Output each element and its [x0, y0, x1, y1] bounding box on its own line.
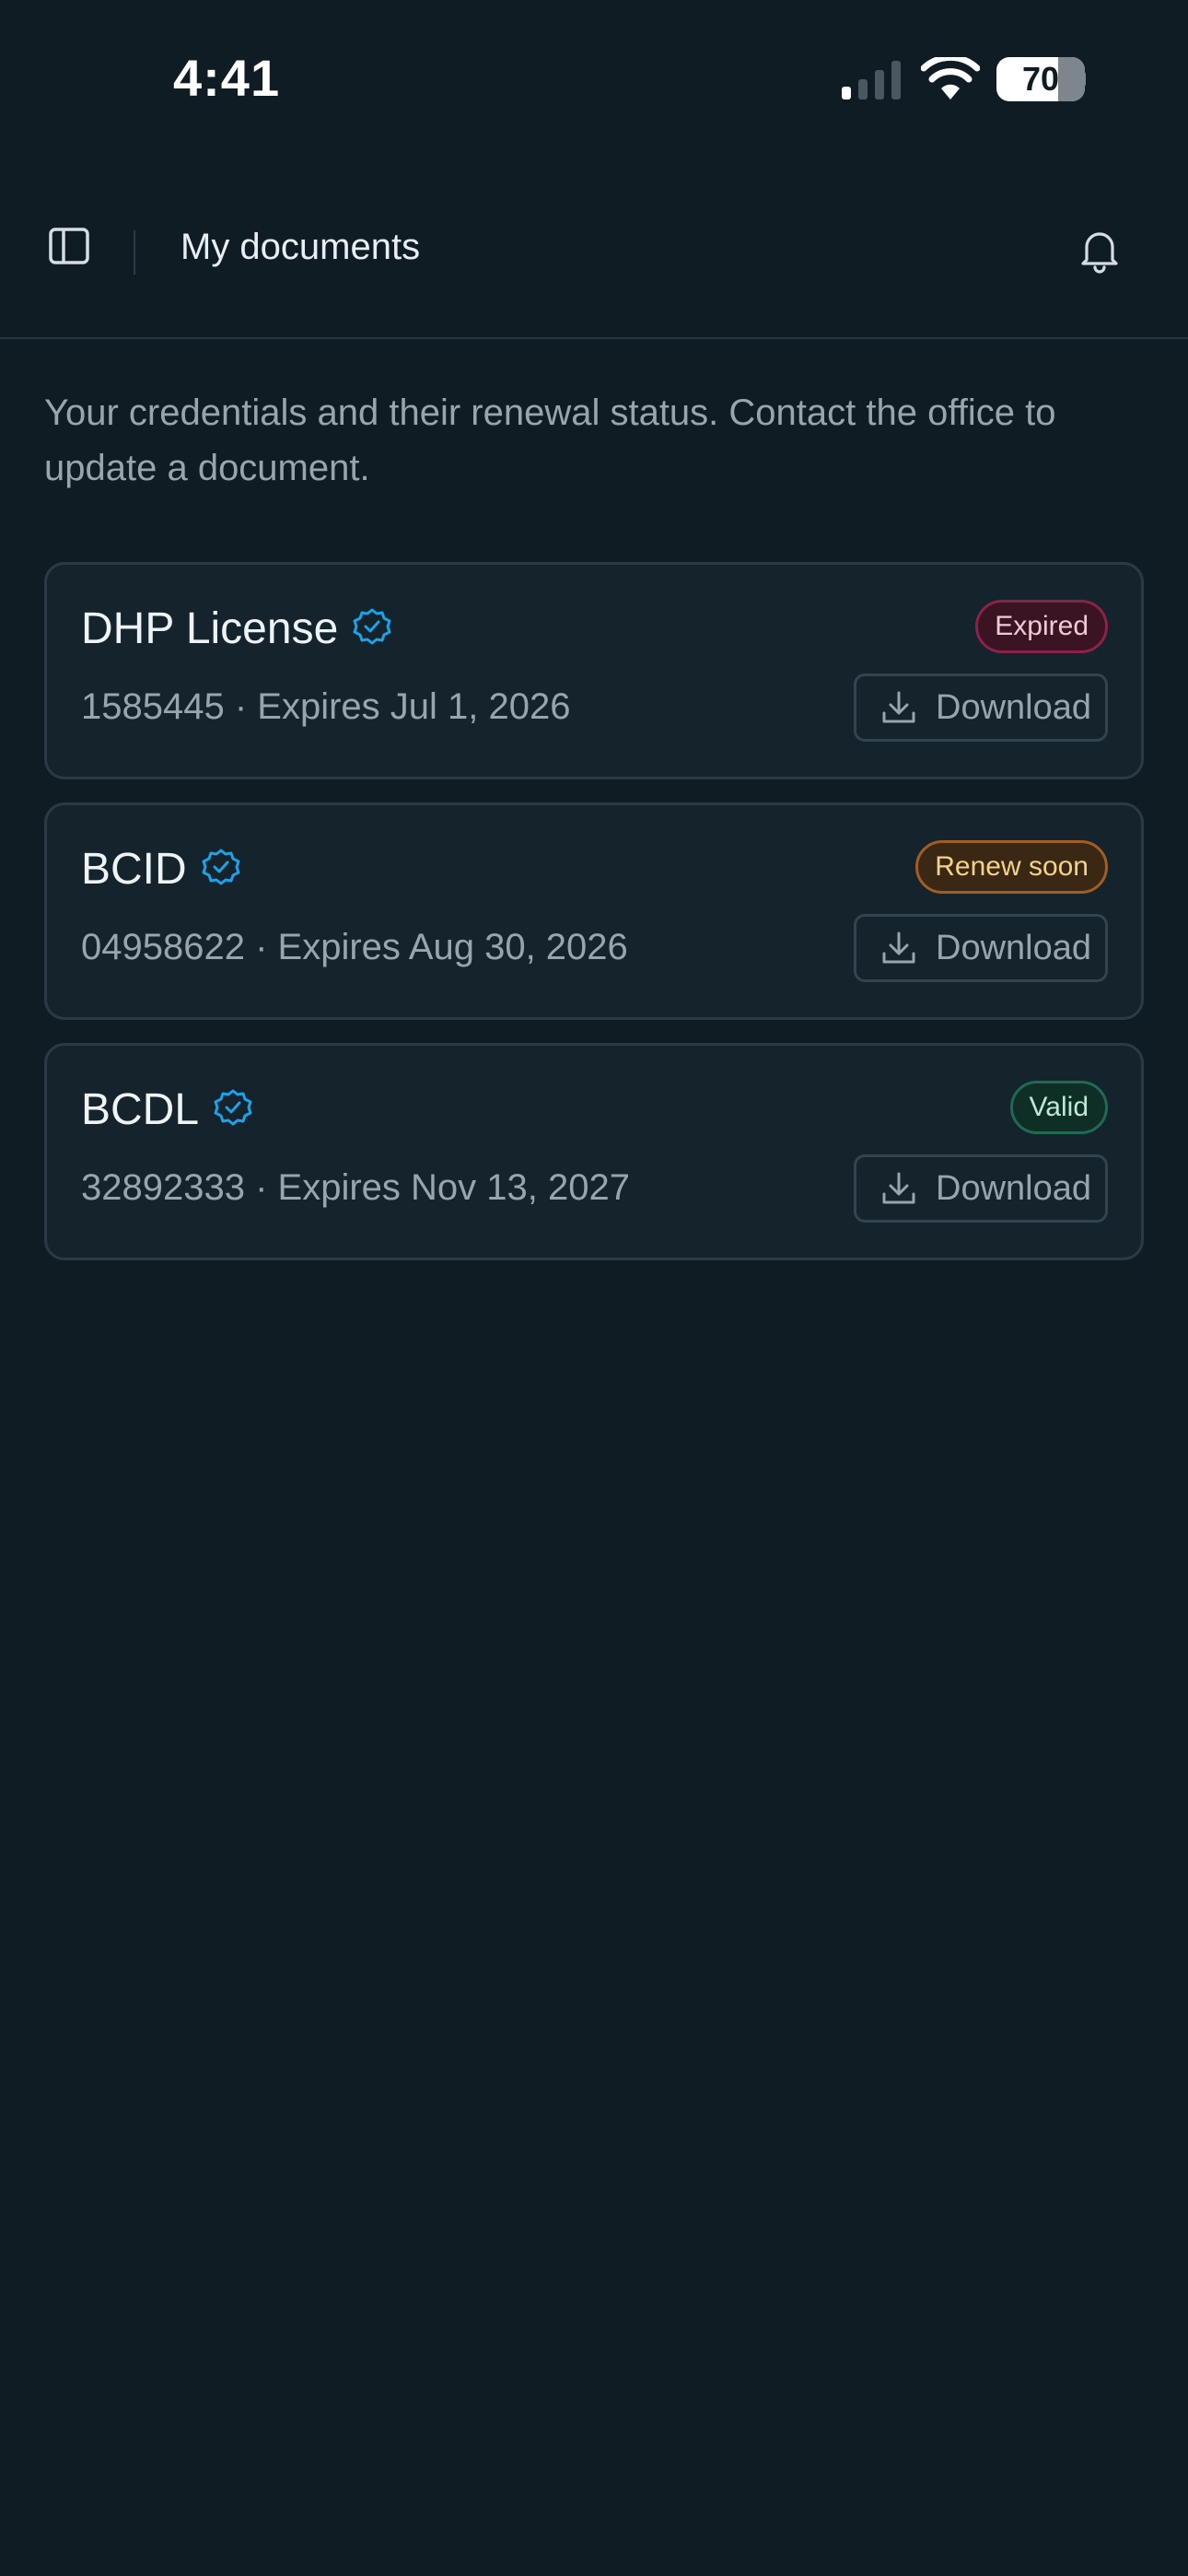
document-card-bcdl: BCDL 32892333 · Expires Nov 13, 2027 Val… [44, 1043, 1144, 1260]
page: 4:41 70 My documents Your credentials an… [0, 0, 1188, 2576]
document-name-row: DHP License [81, 603, 391, 654]
download-label: Download [936, 1168, 1091, 1208]
download-icon [882, 1172, 915, 1204]
document-name-row: BCDL [81, 1084, 252, 1135]
document-meta: 04958622 · Expires Aug 30, 2026 [81, 927, 628, 967]
download-button[interactable]: Download [854, 1154, 1108, 1223]
status-badge: Expired [975, 600, 1108, 653]
bell-icon[interactable] [1077, 227, 1122, 275]
status-time: 4:41 [173, 49, 281, 107]
document-meta: 1585445 · Expires Jul 1, 2026 [81, 686, 571, 727]
download-label: Download [936, 687, 1091, 727]
status-bar: 4:41 70 [0, 0, 1188, 157]
document-name: BCID [81, 845, 187, 894]
download-button[interactable]: Download [854, 914, 1108, 982]
battery-nub [1079, 71, 1086, 88]
verified-badge-icon [214, 1089, 252, 1126]
download-button[interactable]: Download [854, 673, 1108, 742]
download-label: Download [936, 928, 1091, 967]
document-card-dhp-license: DHP License 1585445 · Expires Jul 1, 202… [44, 562, 1144, 779]
status-badge: Valid [1009, 1081, 1108, 1134]
document-name: BCDL [81, 1085, 200, 1134]
verified-badge-icon [353, 608, 391, 645]
header-divider [134, 230, 135, 275]
page-title: My documents [181, 227, 421, 267]
status-badge: Renew soon [915, 840, 1108, 894]
document-name: DHP License [81, 604, 339, 653]
battery-percent: 70 [1021, 60, 1060, 98]
intro-text: Your credentials and their renewal statu… [44, 392, 1056, 488]
wifi-icon [921, 57, 980, 100]
sidebar-toggle-icon[interactable] [48, 225, 90, 267]
header-divider-line [0, 337, 1188, 339]
download-icon [882, 931, 915, 964]
download-icon [882, 691, 915, 723]
document-card-bcid: BCID 04958622 · Expires Aug 30, 2026 Ren… [44, 802, 1144, 1020]
document-meta: 32892333 · Expires Nov 13, 2027 [81, 1167, 630, 1208]
verified-badge-icon [202, 849, 240, 885]
battery-icon: 70 [996, 57, 1085, 101]
document-name-row: BCID [81, 844, 240, 895]
signal-icon [842, 61, 901, 100]
app-header: My documents [0, 166, 1188, 339]
